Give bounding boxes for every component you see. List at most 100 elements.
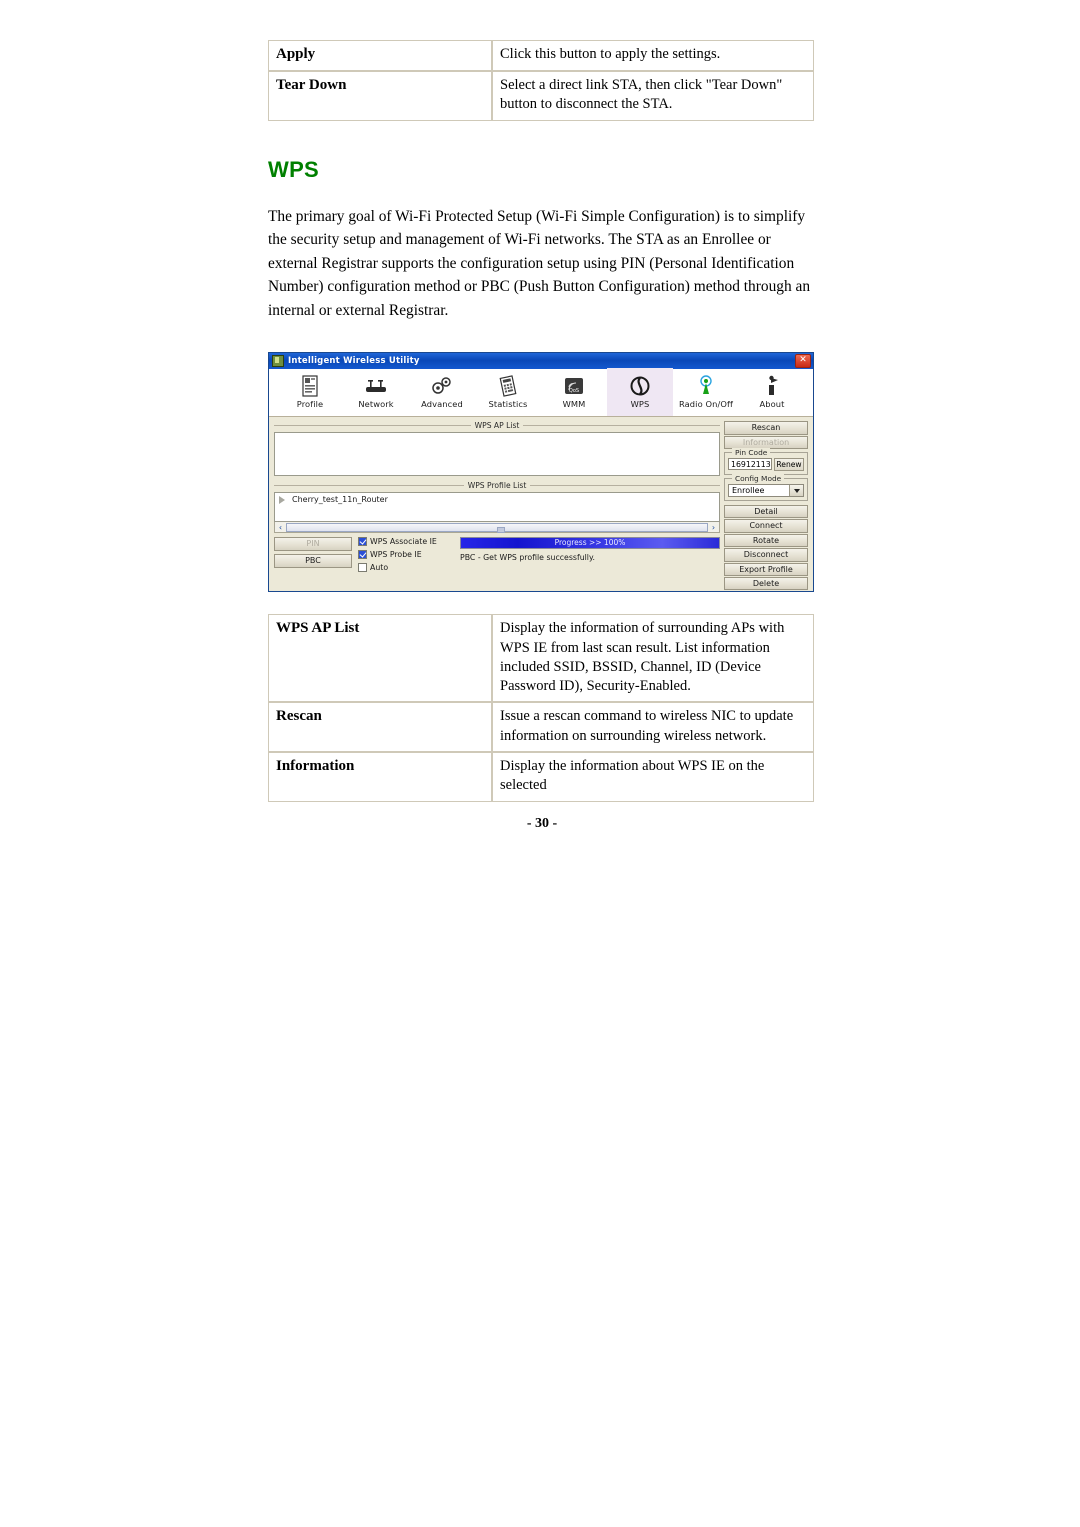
mode-button-column: PIN PBC	[274, 537, 352, 569]
tab-label: Radio On/Off	[678, 399, 734, 410]
row-key: WPS AP List	[268, 614, 492, 703]
about-icon	[762, 375, 782, 397]
row-value: Select a direct link STA, then click "Te…	[492, 70, 814, 121]
table-row: Rescan Issue a rescan command to wireles…	[268, 702, 814, 752]
wps-options-column: WPS Associate IE WPS Probe IE Auto	[358, 537, 454, 573]
statistics-icon	[497, 375, 519, 398]
horizontal-scrollbar[interactable]: ‹ ›	[274, 522, 720, 534]
delete-button[interactable]: Delete	[724, 576, 808, 591]
tab-network[interactable]: Network	[343, 368, 409, 416]
checkbox-wps-probe-ie[interactable]: WPS Probe IE	[358, 550, 454, 560]
row-value: Click this button to apply the settings.	[492, 40, 814, 71]
page-number: - 30 -	[526, 815, 558, 831]
checkbox-label: WPS Associate IE	[370, 537, 437, 547]
bottom-description-table: WPS AP List Display the information of s…	[268, 614, 814, 802]
renew-button[interactable]: Renew	[774, 458, 804, 472]
tab-label: Advanced	[421, 399, 463, 410]
config-mode-value: Enrollee	[732, 486, 765, 496]
radio-antenna-icon	[695, 375, 717, 397]
checkbox-auto[interactable]: Auto	[358, 563, 454, 573]
scroll-right-icon[interactable]: ›	[708, 523, 719, 532]
section-paragraph: The primary goal of Wi-Fi Protected Setu…	[268, 207, 811, 319]
tab-wps[interactable]: WPS	[607, 368, 673, 417]
profile-name: Cherry_test_11n_Router	[292, 495, 388, 505]
window-titlebar: Intelligent Wireless Utility ✕	[269, 353, 813, 370]
top-description-table: Apply Click this button to apply the set…	[268, 40, 814, 121]
wps-action-row: PIN PBC WPS Associate IE WPS Probe IE Au…	[274, 537, 720, 573]
wps-icon	[629, 375, 651, 397]
status-message: PBC - Get WPS profile successfully.	[460, 553, 595, 563]
config-mode-legend: Config Mode	[732, 474, 785, 484]
checkbox-wps-associate-ie[interactable]: WPS Associate IE	[358, 537, 454, 547]
close-icon[interactable]: ✕	[795, 354, 811, 369]
export-profile-button[interactable]: Export Profile	[724, 562, 808, 576]
scroll-left-icon[interactable]: ‹	[275, 523, 286, 532]
tab-advanced[interactable]: Advanced	[409, 368, 475, 416]
pin-code-row: 16912113 Renew	[728, 458, 804, 472]
row-key: Rescan	[268, 702, 492, 752]
scroll-track[interactable]	[286, 522, 708, 533]
tab-label: About	[759, 399, 785, 410]
table-row: Information Display the information abou…	[268, 752, 814, 802]
tab-label: Network	[358, 399, 394, 410]
connect-button[interactable]: Connect	[724, 519, 808, 533]
ap-list-group-label: WPS AP List	[274, 421, 720, 430]
row-key: Tear Down	[268, 70, 492, 121]
disconnect-button[interactable]: Disconnect	[724, 548, 808, 562]
wps-side-buttons: Rescan Information Pin Code 16912113 Ren…	[724, 421, 808, 591]
rescan-button[interactable]: Rescan	[724, 421, 808, 435]
main-toolbar: Profile Network Advanced Statistics QoS …	[269, 368, 813, 418]
table-row: Apply Click this button to apply the set…	[268, 40, 814, 71]
checkbox-box[interactable]	[358, 537, 367, 547]
tab-wmm[interactable]: QoS WMM	[541, 368, 607, 416]
section-heading: WPS	[268, 156, 320, 182]
window-title: Intelligent Wireless Utility	[288, 356, 420, 367]
profile-icon	[300, 375, 320, 397]
wps-panel: WPS AP List WPS Profile List Cherry_test…	[269, 417, 813, 591]
progress-bar: Progress >> 100%	[460, 537, 720, 550]
tab-label: Statistics	[488, 399, 528, 410]
network-icon	[363, 375, 389, 397]
config-mode-group: Config Mode Enrollee	[724, 474, 808, 502]
row-key: Apply	[268, 40, 492, 71]
tab-about[interactable]: About	[739, 368, 805, 416]
expand-triangle-icon	[279, 495, 285, 504]
checkbox-box[interactable]	[358, 550, 367, 560]
tab-label: Profile	[296, 399, 324, 410]
page-content: Apply Click this button to apply the set…	[268, 40, 816, 832]
row-value: Display the information about WPS IE on …	[492, 752, 814, 802]
chevron-down-icon[interactable]	[789, 485, 803, 497]
pin-code-legend: Pin Code	[732, 448, 771, 458]
pbc-button[interactable]: PBC	[274, 554, 352, 569]
progress-column: Progress >> 100% PBC - Get WPS profile s…	[460, 537, 720, 562]
tab-label: WMM	[562, 399, 586, 410]
pin-code-input[interactable]: 16912113	[728, 458, 772, 471]
tab-statistics[interactable]: Statistics	[475, 368, 541, 416]
tab-radio-on-off[interactable]: Radio On/Off	[673, 368, 739, 416]
pin-code-group: Pin Code 16912113 Renew	[724, 448, 808, 476]
svg-text:QoS: QoS	[569, 388, 579, 394]
profile-list-group-label: WPS Profile List	[274, 481, 720, 490]
config-mode-select[interactable]: Enrollee	[728, 484, 804, 498]
ap-list-label-text: WPS AP List	[474, 421, 520, 431]
pin-button[interactable]: PIN	[274, 537, 352, 552]
profile-list-label-text: WPS Profile List	[467, 481, 527, 491]
row-value: Display the information of surrounding A…	[492, 614, 814, 703]
row-key: Information	[268, 752, 492, 802]
wps-profile-list[interactable]: Cherry_test_11n_Router	[274, 492, 720, 523]
tab-profile[interactable]: Profile	[277, 368, 343, 416]
wmm-qos-icon: QoS	[563, 375, 585, 397]
information-button: Information	[724, 435, 808, 450]
checkbox-label: WPS Probe IE	[370, 550, 422, 560]
detail-button[interactable]: Detail	[724, 505, 808, 519]
rotate-button[interactable]: Rotate	[724, 533, 808, 548]
wps-ap-list[interactable]	[274, 432, 720, 477]
wps-panel-left: WPS AP List WPS Profile List Cherry_test…	[274, 421, 720, 590]
advanced-gears-icon	[430, 375, 454, 397]
row-value: Issue a rescan command to wireless NIC t…	[492, 702, 814, 752]
checkbox-box[interactable]	[358, 563, 367, 573]
checkbox-label: Auto	[370, 563, 389, 573]
document-page: Apply Click this button to apply the set…	[0, 0, 1080, 1527]
list-item[interactable]: Cherry_test_11n_Router	[275, 493, 719, 506]
table-row: WPS AP List Display the information of s…	[268, 614, 814, 703]
